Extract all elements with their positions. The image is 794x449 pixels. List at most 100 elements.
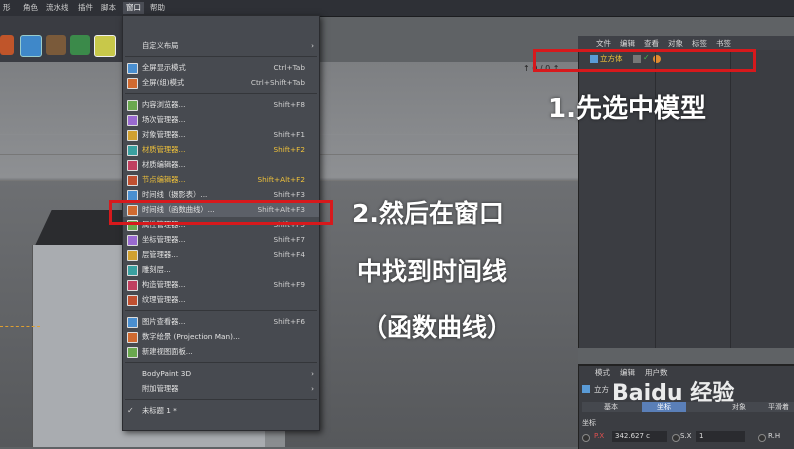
array-icon[interactable] <box>94 35 116 57</box>
obj-menu-file[interactable]: 文件 <box>596 38 611 49</box>
menu-item-label: BodyPaint 3D <box>142 369 192 378</box>
menu-item[interactable]: 数字绘景 (Projection Man)... <box>123 329 319 344</box>
menu-item-window[interactable]: 窗口 <box>123 2 144 14</box>
cube-icon[interactable] <box>20 35 42 57</box>
highlight-box-menu-item <box>109 200 333 225</box>
menu-item-label: 雕刻层... <box>142 265 171 274</box>
menu-item-shortcut: Shift+Alt+F2 <box>257 175 305 184</box>
menu-item-label: 数字绘景 (Projection Man)... <box>142 332 240 341</box>
deformer-icon[interactable] <box>0 35 14 55</box>
selection-outline <box>0 326 40 328</box>
menu-item-shortcut: Shift+F1 <box>273 130 305 139</box>
menu-item[interactable]: 节点编辑器... Shift+Alt+F2 <box>123 172 319 187</box>
menu-item[interactable]: 附加管理器 › <box>123 381 319 396</box>
menu-separator <box>125 310 317 311</box>
menu-item[interactable]: 内容浏览器... Shift+F8 <box>123 97 319 112</box>
menu-item[interactable]: 对象管理器... Shift+F1 <box>123 127 319 142</box>
menu-separator <box>125 362 317 363</box>
obj-menu-object[interactable]: 对象 <box>668 38 683 49</box>
menu-item[interactable]: 全屏(组)模式 Ctrl+Shift+Tab <box>123 75 319 90</box>
menu-item-label: 附加管理器 <box>142 384 179 393</box>
sculpt-icon <box>127 265 138 276</box>
baidu-watermark: Baidu 经验 <box>612 381 735 406</box>
menu-item-pipeline[interactable]: 流水线 <box>43 2 72 14</box>
menu-item-plugins[interactable]: 插件 <box>75 2 96 14</box>
menu-item[interactable]: 层管理器... Shift+F4 <box>123 247 319 262</box>
submenu-arrow-icon: › <box>311 384 314 393</box>
column-divider <box>730 52 731 348</box>
menu-item-shortcut: Shift+F7 <box>273 235 305 244</box>
menu-item-help[interactable]: 帮助 <box>147 2 168 14</box>
px-label: P.X <box>594 432 605 440</box>
menu-item-shape[interactable]: 形 <box>0 2 14 14</box>
sx-input[interactable]: 1 <box>696 431 745 442</box>
menu-item[interactable]: 图片查看器... Shift+F6 <box>123 314 319 329</box>
node-editor-icon <box>127 175 138 186</box>
obj-menu-edit[interactable]: 编辑 <box>620 38 635 49</box>
object-manager-icon <box>127 130 138 141</box>
keyframe-dot-icon[interactable] <box>758 434 766 442</box>
tab-phong[interactable]: 平滑着 <box>768 402 789 412</box>
keyframe-dot-icon[interactable] <box>582 434 590 442</box>
menu-item-label: 新建视图面板... <box>142 347 193 356</box>
menubar: 形 角色 流水线 插件 脚本 窗口 帮助 <box>0 0 794 17</box>
object-manager-menubar: 文件 编辑 查看 对象 标签 书签 <box>578 36 794 50</box>
annotation-step2-line1: 2.然后在窗口 <box>352 199 504 228</box>
obj-menu-view[interactable]: 查看 <box>644 38 659 49</box>
browser-icon <box>127 100 138 111</box>
structure-icon <box>127 280 138 291</box>
menu-item-shortcut: Shift+F4 <box>273 250 305 259</box>
material-editor-icon <box>127 160 138 171</box>
object-manager-panel <box>578 36 794 348</box>
menu-item-shortcut: Shift+F6 <box>273 317 305 326</box>
menu-item[interactable]: 新建视图面板... <box>123 344 319 359</box>
menu-item[interactable]: 场次管理器... <box>123 112 319 127</box>
obj-menu-bookmarks[interactable]: 书签 <box>716 38 731 49</box>
menu-item-label: 材质编辑器... <box>142 160 186 169</box>
menu-item-label: 未标题 1 * <box>142 406 177 415</box>
texture-icon <box>127 295 138 306</box>
menu-item-label: 节点编辑器... <box>142 175 186 184</box>
menu-item[interactable]: 构造管理器... Shift+F9 <box>123 277 319 292</box>
menu-item-label: 全屏(组)模式 <box>142 78 185 87</box>
attr-menu-mode[interactable]: 模式 <box>595 367 610 378</box>
menu-item[interactable]: ✓ 未标题 1 * <box>123 403 319 418</box>
menu-item-script[interactable]: 脚本 <box>98 2 119 14</box>
menu-item-label: 对象管理器... <box>142 130 186 139</box>
menu-item[interactable]: 纹理管理器... <box>123 292 319 307</box>
check-icon: ✓ <box>127 406 134 415</box>
menu-item-label: 场次管理器... <box>142 115 186 124</box>
menu-item[interactable]: 材质管理器... Shift+F2 <box>123 142 319 157</box>
annotation-step1: 1.先选中模型 <box>548 94 706 124</box>
menu-item-shortcut: Shift+F8 <box>273 100 305 109</box>
pen-icon[interactable] <box>46 35 66 55</box>
material-icon <box>127 145 138 156</box>
menu-item[interactable]: 坐标管理器... Shift+F7 <box>123 232 319 247</box>
menu-item[interactable]: 雕刻层... <box>123 262 319 277</box>
menu-item[interactable]: 全屏显示模式 Ctrl+Tab <box>123 60 319 75</box>
viewport-icon <box>127 347 138 358</box>
rh-label: R.H <box>768 432 781 440</box>
submenu-arrow-icon: › <box>311 41 314 50</box>
menu-separator <box>125 93 317 94</box>
menu-item-shortcut: Shift+F2 <box>273 145 305 154</box>
highlight-box-object <box>533 49 756 72</box>
submenu-arrow-icon: › <box>311 369 314 378</box>
coord-section-label: 坐标 <box>582 419 596 427</box>
menu-item[interactable]: BodyPaint 3D › <box>123 366 319 381</box>
nurbs-icon[interactable] <box>70 35 90 55</box>
take-icon <box>127 115 138 126</box>
layer-icon <box>127 250 138 261</box>
menu-item-shortcut: Ctrl+Shift+Tab <box>250 78 305 87</box>
keyframe-dot-icon[interactable] <box>672 434 680 442</box>
px-input[interactable]: 342.627 c <box>612 431 667 442</box>
menu-item-shortcut: Shift+F9 <box>273 280 305 289</box>
menu-item-character[interactable]: 角色 <box>20 2 41 14</box>
grid-icon <box>127 78 138 89</box>
menu-item-label: 材质管理器... <box>142 145 186 154</box>
attr-object-label: 立方 <box>594 385 609 394</box>
menu-item[interactable]: 材质编辑器... <box>123 157 319 172</box>
obj-menu-tags[interactable]: 标签 <box>692 38 707 49</box>
menu-item[interactable]: 自定义布局 › <box>123 38 319 53</box>
picture-viewer-icon <box>127 317 138 328</box>
